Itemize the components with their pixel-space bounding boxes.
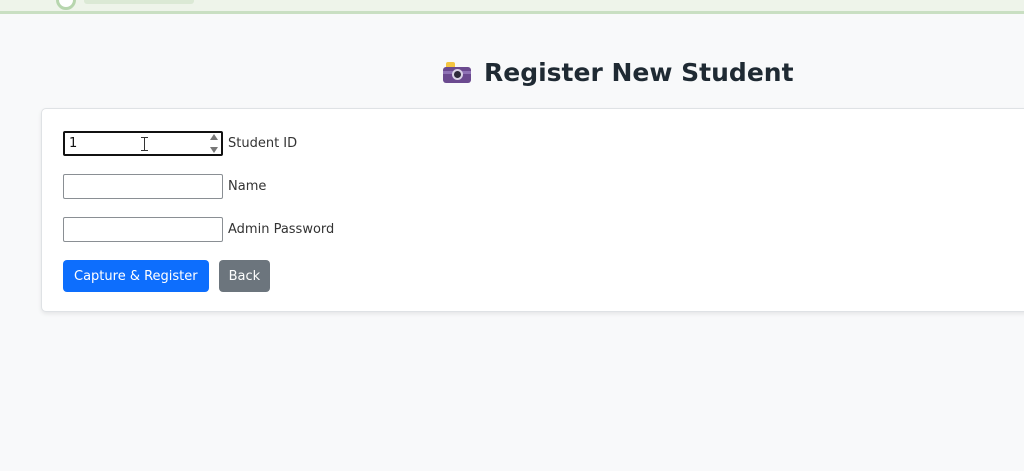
- spin-down-icon[interactable]: [210, 146, 218, 153]
- browser-top-strip: [0, 0, 1024, 14]
- browser-tab-bar: [84, 0, 194, 4]
- student-id-wrapper: [63, 130, 223, 156]
- number-spinner-icon[interactable]: [209, 133, 219, 153]
- page-title: Register New Student: [443, 56, 794, 90]
- text-cursor-icon: [141, 136, 149, 151]
- capture-register-button[interactable]: Capture & Register: [63, 260, 209, 292]
- page-title-text: Register New Student: [484, 58, 794, 87]
- student-id-row: Student ID: [63, 130, 297, 156]
- admin-password-label: Admin Password: [228, 221, 335, 237]
- browser-tab-circle-icon: [56, 0, 76, 10]
- name-row: Name: [63, 173, 266, 199]
- name-input[interactable]: [63, 173, 223, 199]
- registration-card: Student ID Name Admin Password Capture &…: [41, 108, 1024, 312]
- cursor-stem: [144, 137, 145, 150]
- back-button[interactable]: Back: [218, 260, 271, 292]
- admin-password-row: Admin Password: [63, 216, 334, 242]
- button-row: Capture & Register Back: [63, 260, 271, 292]
- camera-lens-part: [452, 69, 463, 80]
- cursor-bottom-cap: [141, 149, 148, 151]
- student-id-label: Student ID: [228, 135, 298, 151]
- camera-with-flash-icon: [443, 62, 471, 84]
- name-label: Name: [228, 178, 267, 194]
- spin-up-icon[interactable]: [210, 133, 218, 140]
- admin-password-input[interactable]: [63, 216, 223, 242]
